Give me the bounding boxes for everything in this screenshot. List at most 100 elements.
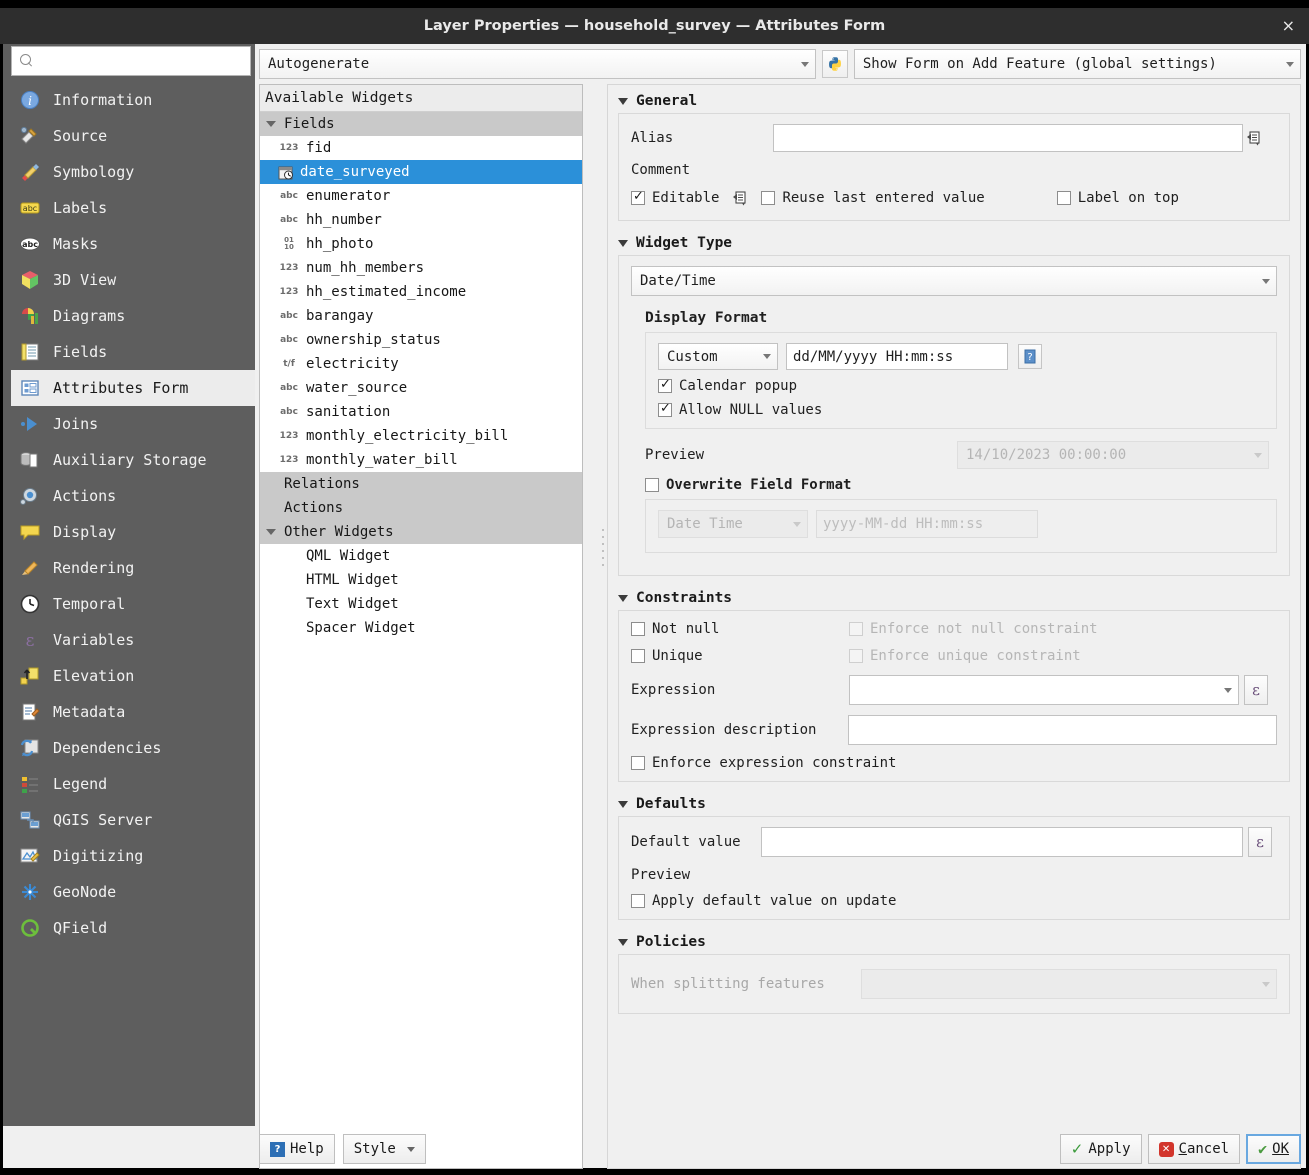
tree-item-row[interactable]: abc sanitation [260,400,582,424]
apply-button[interactable]: ✓ Apply [1059,1134,1142,1164]
tree-item-row[interactable]: t/f electricity [260,352,582,376]
right-panel-scrollbar[interactable] [1294,85,1300,1168]
sidebar-item-auxiliary-storage[interactable]: Auxiliary Storage [11,442,255,478]
sidebar-item-diagrams[interactable]: Diagrams [11,298,255,334]
overwrite-field-format-checkbox[interactable]: Overwrite Field Format [645,477,851,493]
tree-item-row[interactable]: 123 monthly_electricity_bill [260,424,582,448]
sidebar-item-rendering[interactable]: Rendering [11,550,255,586]
sidebar-item-display[interactable]: Display [11,514,255,550]
sidebar-item-qfield[interactable]: QField [11,910,255,946]
tree-group-row[interactable]: Other Widgets [260,520,582,544]
policies-section-header[interactable]: Policies [618,934,1300,950]
widget-type-combo[interactable]: Date/Time [631,266,1277,296]
tree-item-label: barangay [306,308,374,324]
expand-arrow-icon[interactable] [260,529,282,535]
not-null-checkbox[interactable]: Not null [631,621,849,637]
sidebar-item-source[interactable]: Source [11,118,255,154]
alias-input[interactable] [773,124,1243,152]
tree-item-row[interactable]: date_surveyed [260,160,582,184]
search-box[interactable] [11,46,251,76]
expression-description-input[interactable] [848,715,1277,745]
search-input[interactable] [40,48,250,74]
sidebar-item-3d-view[interactable]: 3D View [11,262,255,298]
tree-item-row[interactable]: abc water_source [260,376,582,400]
sidebar-item-actions[interactable]: Actions [11,478,255,514]
field-type-icon: abc [280,406,298,417]
enforce-expression-checkbox[interactable]: Enforce expression constraint [631,755,896,771]
expression-builder-epsilon-icon[interactable]: ε [1244,675,1268,705]
info-icon: i [19,89,41,111]
expand-arrow-icon[interactable] [260,121,282,127]
tree-item-row[interactable]: Spacer Widget [260,616,582,640]
alias-data-defined-override-icon[interactable] [1243,126,1265,150]
tree-group-row[interactable]: Actions [260,496,582,520]
help-button[interactable]: ? Help [259,1134,335,1164]
panel-splitter[interactable] [600,524,606,664]
default-value-input[interactable] [761,827,1243,857]
tree-item-label: Actions [284,500,344,516]
tree-group-row[interactable]: Relations [260,472,582,496]
sidebar-item-dependencies[interactable]: Dependencies [11,730,255,766]
tree-item-row[interactable]: HTML Widget [260,568,582,592]
tree-item-label: ownership_status [306,332,441,348]
tree-item-row[interactable]: abc ownership_status [260,328,582,352]
sidebar-item-attributes-form[interactable]: Attributes Form [11,370,255,406]
sidebar-item-qgis-server[interactable]: QGIS Server [11,802,255,838]
reuse-last-value-checkbox[interactable]: Reuse last entered value [761,190,985,206]
constraints-group: Not null Enforce not null constraint Uni… [618,610,1290,782]
widget-type-section-header[interactable]: Widget Type [618,235,1300,251]
ok-button[interactable]: ✔ OK [1246,1134,1301,1164]
enforce-not-null-label: Enforce not null constraint [870,621,1098,637]
defaults-section-header[interactable]: Defaults [618,796,1300,812]
sidebar-item-joins[interactable]: Joins [11,406,255,442]
tree-item-row[interactable]: QML Widget [260,544,582,568]
tree-item-row[interactable]: Text Widget [260,592,582,616]
field-type-icon: 123 [279,142,299,153]
style-button[interactable]: Style [342,1134,426,1164]
label-on-top-checkbox[interactable]: Label on top [1056,190,1179,206]
chevron-down-icon [618,97,628,105]
search-icon [20,54,34,68]
expression-combo[interactable] [849,675,1239,705]
python-icon[interactable] [821,50,848,78]
sidebar-item-geonode[interactable]: GeoNode [11,874,255,910]
constraints-section-header[interactable]: Constraints [618,590,1300,606]
sidebar-item-legend[interactable]: Legend [11,766,255,802]
show-form-combo[interactable]: Show Form on Add Feature (global setting… [853,49,1301,79]
tree-item-row[interactable]: 123 num_hh_members [260,256,582,280]
sidebar-item-metadata[interactable]: Metadata [11,694,255,730]
close-icon[interactable]: × [1282,18,1295,34]
tree-item-row[interactable]: 123 monthly_water_bill [260,448,582,472]
default-value-epsilon-icon[interactable]: ε [1248,827,1272,857]
sidebar-item-fields[interactable]: Fields [11,334,255,370]
general-section-header[interactable]: General [618,93,1300,109]
tree-item-row[interactable]: 123 fid [260,136,582,160]
sidebar-item-label: QField [53,919,108,937]
tree-item-row[interactable]: 123 hh_estimated_income [260,280,582,304]
sidebar-item-variables[interactable]: ɛ Variables [11,622,255,658]
sidebar-item-information[interactable]: i Information [11,82,255,118]
format-mode-combo[interactable]: Custom [658,343,778,370]
sidebar-item-symbology[interactable]: Symbology [11,154,255,190]
tree-item-row[interactable]: abc enumerator [260,184,582,208]
tree-item-row[interactable]: 01 10 hh_photo [260,232,582,256]
editable-data-defined-override-icon[interactable] [729,186,751,210]
constraints-title: Constraints [636,590,733,606]
sidebar-item-labels[interactable]: abc Labels [11,190,255,226]
sidebar-item-digitizing[interactable]: Digitizing [11,838,255,874]
calendar-popup-checkbox[interactable]: Calendar popup [658,377,797,394]
editable-checkbox[interactable]: Editable [631,189,719,206]
format-string-input[interactable] [786,343,1008,370]
apply-default-on-update-checkbox[interactable]: Apply default value on update [631,893,896,909]
tree-item-row[interactable]: abc hh_number [260,208,582,232]
tree-item-row[interactable]: abc barangay [260,304,582,328]
unique-checkbox[interactable]: Unique [631,648,849,664]
format-help-icon[interactable]: ? [1018,344,1042,369]
allow-null-checkbox[interactable]: Allow NULL values [658,401,822,418]
cancel-button[interactable]: ✕ Cancel [1147,1134,1241,1164]
sidebar-item-temporal[interactable]: Temporal [11,586,255,622]
sidebar-item-masks[interactable]: abc Masks [11,226,255,262]
form-layout-combo[interactable]: Autogenerate [259,49,816,79]
tree-group-row[interactable]: Fields [260,112,582,136]
sidebar-item-elevation[interactable]: Elevation [11,658,255,694]
